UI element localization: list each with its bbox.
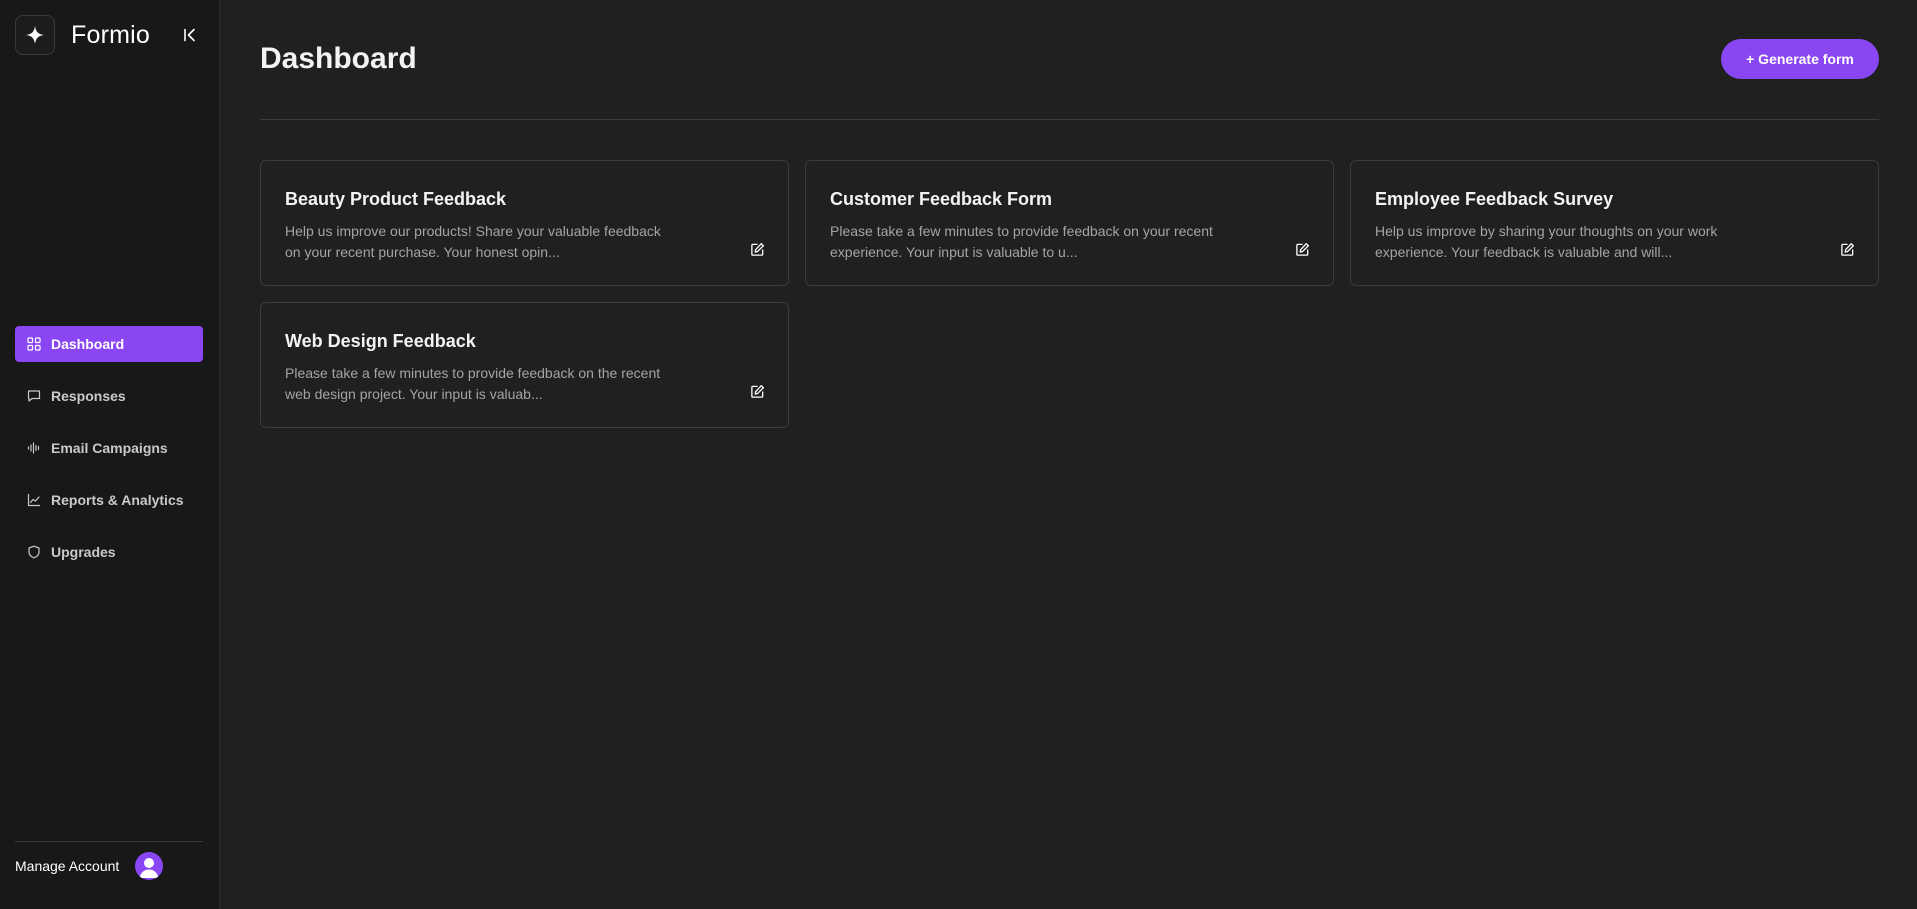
sidebar-item-label: Dashboard	[51, 336, 125, 352]
audio-wave-icon	[27, 441, 41, 455]
sidebar-nav: Dashboard Responses Email Campaigns Repo…	[15, 326, 203, 586]
collapse-sidebar-icon[interactable]	[178, 23, 202, 47]
sparkle-logo-icon	[15, 15, 55, 55]
form-card[interactable]: Beauty Product Feedback Help us improve …	[260, 160, 789, 286]
edit-icon[interactable]	[1293, 240, 1311, 258]
sidebar-item-label: Email Campaigns	[51, 440, 168, 456]
forms-grid: Beauty Product Feedback Help us improve …	[260, 160, 1879, 428]
sidebar-item-email-campaigns[interactable]: Email Campaigns	[15, 430, 203, 466]
sidebar-item-upgrades[interactable]: Upgrades	[15, 534, 203, 570]
app-root: Formio Dashboard Responses Email Campaig…	[0, 0, 1917, 909]
form-card[interactable]: Employee Feedback Survey Help us improve…	[1350, 160, 1879, 286]
main-content: Dashboard + Generate form Beauty Product…	[220, 0, 1917, 909]
manage-account[interactable]: Manage Account	[15, 841, 203, 880]
form-card-description: Please take a few minutes to provide fee…	[285, 365, 661, 402]
form-card-description: Help us improve by sharing your thoughts…	[1375, 223, 1718, 260]
app-name: Formio	[71, 20, 150, 49]
form-card-title: Employee Feedback Survey	[1375, 189, 1614, 209]
sidebar: Formio Dashboard Responses Email Campaig…	[0, 0, 220, 909]
manage-account-label: Manage Account	[15, 858, 120, 874]
generate-form-button[interactable]: + Generate form	[1721, 39, 1879, 79]
header-divider	[260, 119, 1879, 120]
form-card[interactable]: Web Design Feedback Please take a few mi…	[260, 302, 789, 428]
edit-icon[interactable]	[748, 240, 766, 258]
form-card-description: Please take a few minutes to provide fee…	[830, 223, 1213, 260]
form-card-description: Help us improve our products! Share your…	[285, 223, 661, 260]
message-icon	[27, 389, 41, 403]
sidebar-item-reports-analytics[interactable]: Reports & Analytics	[15, 482, 203, 518]
form-card-title: Customer Feedback Form	[830, 189, 1053, 209]
grid-icon	[27, 337, 41, 351]
page-title: Dashboard	[260, 42, 417, 75]
form-card[interactable]: Customer Feedback Form Please take a few…	[805, 160, 1334, 286]
sidebar-item-dashboard[interactable]: Dashboard	[15, 326, 203, 362]
form-card-title: Beauty Product Feedback	[285, 189, 507, 209]
sidebar-item-label: Responses	[51, 388, 126, 404]
sidebar-item-label: Reports & Analytics	[51, 492, 184, 508]
edit-icon[interactable]	[748, 382, 766, 400]
line-chart-icon	[27, 493, 41, 507]
sidebar-item-label: Upgrades	[51, 544, 116, 560]
avatar[interactable]	[135, 852, 164, 880]
edit-icon[interactable]	[1838, 240, 1856, 258]
brand[interactable]: Formio	[15, 15, 150, 55]
sidebar-item-responses[interactable]: Responses	[15, 378, 203, 414]
form-card-title: Web Design Feedback	[285, 331, 476, 351]
shield-icon	[27, 545, 41, 559]
